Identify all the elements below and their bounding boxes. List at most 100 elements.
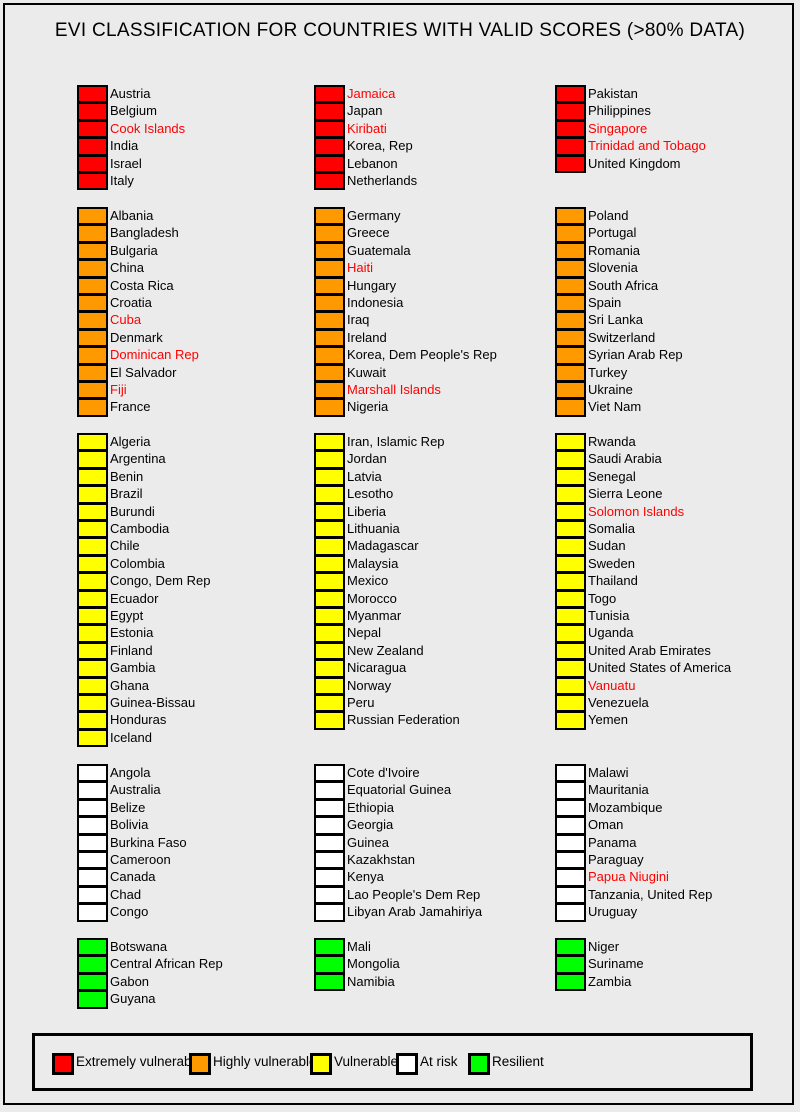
- country-name: Thailand: [588, 573, 638, 589]
- country-name: United States of America: [588, 660, 732, 676]
- country-name: Latvia: [347, 468, 382, 484]
- country-name: Saudi Arabia: [588, 451, 662, 467]
- category-swatch: [77, 172, 108, 191]
- category-swatch: [314, 502, 345, 520]
- legend-label: At risk: [420, 1054, 458, 1069]
- country-name: Liberia: [347, 503, 387, 519]
- category-swatch: [555, 781, 586, 799]
- category-swatch: [77, 816, 108, 834]
- category-swatch: [555, 659, 586, 677]
- legend-swatch: [189, 1053, 211, 1075]
- category-swatch: [555, 294, 586, 312]
- country-name: Papua Niugini: [588, 869, 669, 885]
- category-swatch: [555, 711, 586, 730]
- country-name: El Salvador: [110, 364, 177, 380]
- country-name: Bolivia: [110, 817, 149, 833]
- category-swatch: [314, 694, 345, 712]
- category-swatch: [77, 207, 108, 225]
- country-name: Lesotho: [347, 486, 394, 502]
- category-swatch: [314, 520, 345, 538]
- country-name: Austria: [110, 86, 151, 101]
- category-swatch: [77, 398, 108, 417]
- category-swatch: [77, 433, 108, 451]
- country-name: Uganda: [588, 625, 634, 641]
- category-swatch: [314, 119, 345, 138]
- category-swatch: [555, 485, 586, 503]
- category-swatch: [77, 572, 108, 590]
- country-name: Iran, Islamic Rep: [347, 434, 445, 449]
- category-swatch: [314, 833, 345, 851]
- category-swatch: [555, 102, 586, 120]
- country-name: Gambia: [110, 660, 156, 676]
- category-swatch: [555, 363, 586, 381]
- country-name: Korea, Rep: [347, 138, 413, 154]
- country-name: Bulgaria: [110, 242, 158, 258]
- category-swatch: [555, 589, 586, 607]
- country-name: South Africa: [588, 277, 659, 293]
- category-swatch: [77, 676, 108, 694]
- category-swatch: [555, 851, 586, 869]
- country-name: Brazil: [110, 486, 143, 502]
- category-swatch: [555, 502, 586, 520]
- category-swatch: [555, 241, 586, 260]
- country-name: Israel: [110, 155, 142, 171]
- country-name: Panama: [588, 834, 637, 850]
- country-name: Myanmar: [347, 608, 402, 623]
- category-swatch: [555, 554, 586, 573]
- category-swatch: [555, 676, 586, 694]
- country-name: Germany: [347, 208, 401, 223]
- country-name: Algeria: [110, 434, 151, 449]
- category-swatch: [555, 433, 586, 451]
- category-swatch: [555, 311, 586, 329]
- category-swatch: [555, 537, 586, 555]
- country-name: Peru: [347, 695, 375, 710]
- category-swatch: [314, 641, 345, 660]
- category-swatch: [555, 381, 586, 399]
- country-name: Venezuela: [588, 695, 649, 710]
- category-swatch: [77, 798, 108, 817]
- legend-label: Extremely vulnerable: [76, 1054, 203, 1069]
- country-name: Congo: [110, 904, 149, 920]
- country-name: Jamaica: [347, 86, 396, 101]
- country-name: Angola: [110, 765, 151, 780]
- category-swatch: [314, 676, 345, 694]
- category-swatch: [555, 868, 586, 886]
- country-name: Cote d'Ivoire: [347, 765, 420, 780]
- category-swatch: [77, 903, 108, 922]
- country-name: Ukraine: [588, 382, 633, 397]
- category-swatch: [77, 728, 108, 748]
- category-swatch: [555, 467, 586, 486]
- category-swatch: [77, 276, 108, 294]
- country-name: Zambia: [588, 973, 632, 989]
- category-swatch: [77, 520, 108, 538]
- country-name: Iceland: [110, 729, 152, 745]
- category-swatch: [77, 502, 108, 520]
- category-swatch: [555, 259, 586, 277]
- country-name: Italy: [110, 173, 134, 188]
- category-swatch: [77, 711, 108, 729]
- country-name: Belize: [110, 799, 146, 815]
- country-name: Nigeria: [347, 399, 389, 415]
- category-swatch: [555, 972, 586, 992]
- country-name: Equatorial Guinea: [347, 782, 452, 798]
- category-swatch: [314, 816, 345, 834]
- country-name: Portugal: [588, 225, 637, 241]
- country-name: Guatemala: [347, 242, 411, 258]
- category-swatch: [555, 276, 586, 294]
- legend-label: Resilient: [492, 1054, 544, 1069]
- category-swatch: [314, 85, 345, 103]
- category-swatch: [314, 938, 345, 956]
- country-name: Kazakhstan: [347, 852, 415, 867]
- country-name: Togo: [588, 590, 617, 606]
- category-swatch: [314, 589, 345, 607]
- country-name: Spain: [588, 295, 622, 310]
- category-swatch: [555, 694, 586, 712]
- country-name: Marshall Islands: [347, 382, 441, 397]
- category-swatch: [77, 694, 108, 712]
- category-swatch: [77, 624, 108, 642]
- category-swatch: [314, 363, 345, 381]
- country-name: Kenya: [347, 869, 384, 885]
- category-swatch: [77, 885, 108, 904]
- country-name: Kuwait: [347, 364, 387, 380]
- country-name: Rwanda: [588, 434, 636, 449]
